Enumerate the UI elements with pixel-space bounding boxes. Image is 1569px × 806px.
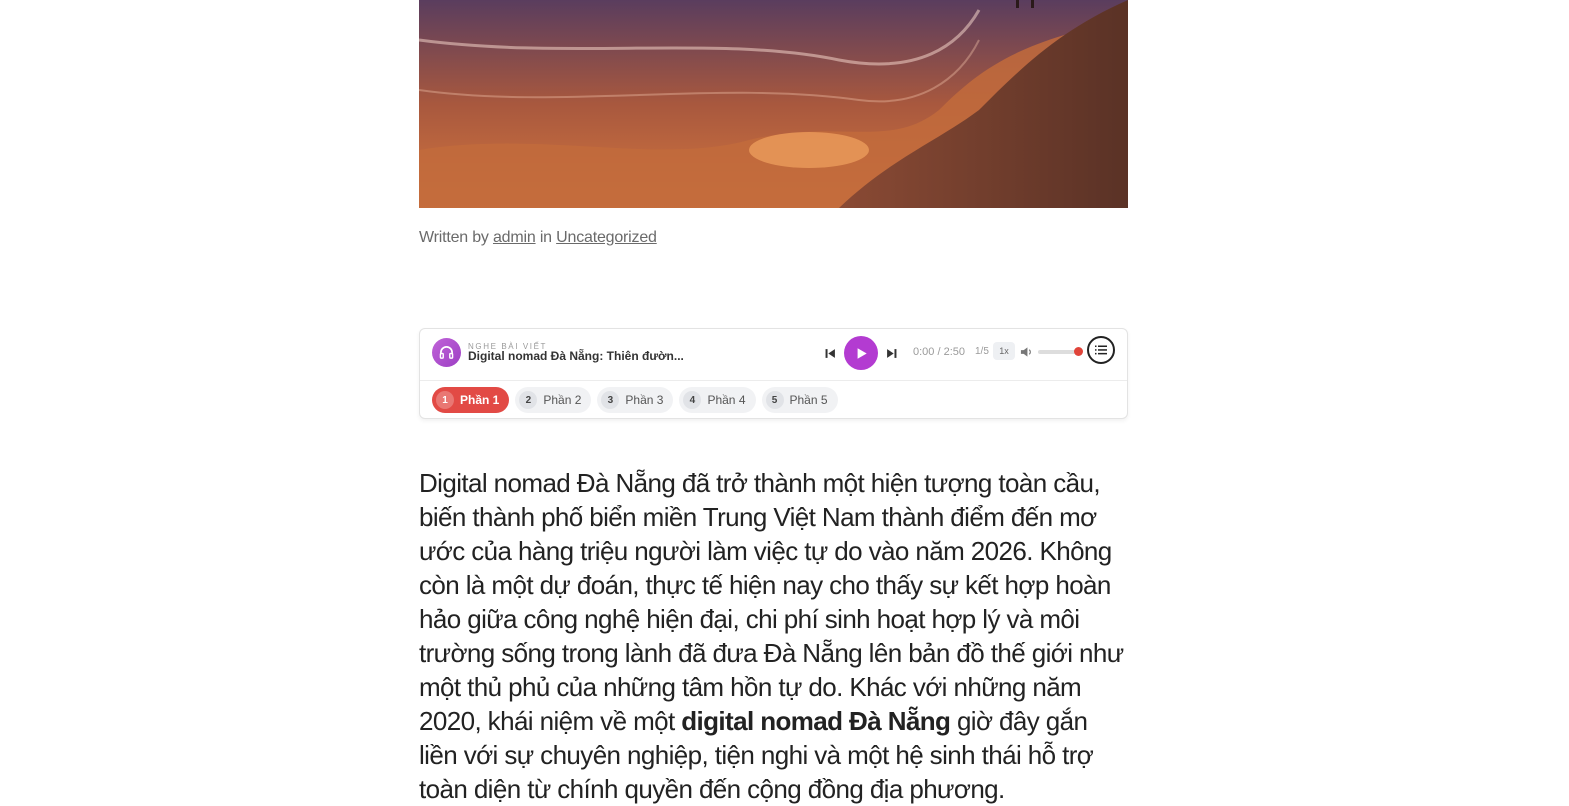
post-column: Written by admin in Uncategorized NGHE B… bbox=[419, 0, 1128, 804]
part-chip-number: 3 bbox=[601, 391, 620, 409]
part-chips: 1 Phần 1 2 Phần 2 3 Phần 3 4 Phần 4 5 Ph… bbox=[432, 387, 838, 413]
volume-slider[interactable] bbox=[1038, 347, 1083, 356]
part-chip-label: Phần 5 bbox=[789, 393, 828, 407]
byline-prefix: Written by bbox=[419, 229, 489, 246]
part-chip-number: 2 bbox=[519, 391, 538, 409]
part-chip-label: Phần 1 bbox=[460, 393, 500, 407]
part-chip-number: 5 bbox=[765, 391, 784, 409]
part-chip-label: Phần 2 bbox=[543, 393, 582, 407]
beach-sunset-image bbox=[419, 0, 1128, 208]
article-paragraph: Digital nomad Đà Nẵng đã trở thành một h… bbox=[419, 466, 1131, 806]
playlist-icon bbox=[1095, 345, 1107, 355]
byline-middle: in bbox=[539, 229, 552, 246]
next-button[interactable] bbox=[882, 344, 900, 362]
volume-slider-knob[interactable] bbox=[1074, 347, 1083, 356]
previous-button[interactable] bbox=[821, 344, 839, 362]
part-chip-label: Phần 4 bbox=[707, 393, 746, 407]
speed-button[interactable]: 1x bbox=[993, 342, 1015, 360]
part-chip[interactable]: 3 Phần 3 bbox=[597, 387, 674, 413]
part-chip-number: 1 bbox=[436, 391, 454, 409]
featured-image bbox=[419, 0, 1128, 208]
audio-player: NGHE BÀI VIẾT Digital nomad Đà Nẵng: Thi… bbox=[419, 328, 1128, 419]
part-chip[interactable]: 4 Phần 4 bbox=[679, 387, 756, 413]
part-chip[interactable]: 5 Phần 5 bbox=[761, 387, 838, 413]
article-text-start: Digital nomad Đà Nẵng đã trở thành một h… bbox=[419, 468, 1124, 736]
play-button[interactable] bbox=[844, 336, 878, 370]
part-chip[interactable]: 2 Phần 2 bbox=[515, 387, 592, 413]
article-keyword: digital nomad Đà Nẵng bbox=[681, 706, 951, 736]
category-link[interactable]: Uncategorized bbox=[556, 229, 657, 246]
part-counter: 1/5 bbox=[975, 346, 989, 357]
playlist-button[interactable] bbox=[1087, 336, 1115, 364]
part-chip[interactable]: 1 Phần 1 bbox=[432, 387, 510, 413]
volume-icon bbox=[1020, 347, 1031, 357]
previous-icon bbox=[825, 348, 835, 358]
part-chip-label: Phần 3 bbox=[625, 393, 664, 407]
part-chip-number: 4 bbox=[683, 391, 702, 409]
time-display: 0:00 / 2:50 bbox=[913, 346, 965, 358]
play-icon bbox=[857, 347, 867, 359]
volume-button[interactable] bbox=[1018, 344, 1034, 360]
next-icon bbox=[886, 348, 896, 358]
player-header: NGHE BÀI VIẾT Digital nomad Đà Nẵng: Thi… bbox=[420, 329, 1127, 381]
byline: Written by admin in Uncategorized bbox=[419, 229, 657, 247]
headphones-icon bbox=[432, 338, 461, 367]
author-link[interactable]: admin bbox=[493, 229, 536, 246]
track-title: Digital nomad Đà Nẵng: Thiên đườn... bbox=[468, 349, 684, 363]
